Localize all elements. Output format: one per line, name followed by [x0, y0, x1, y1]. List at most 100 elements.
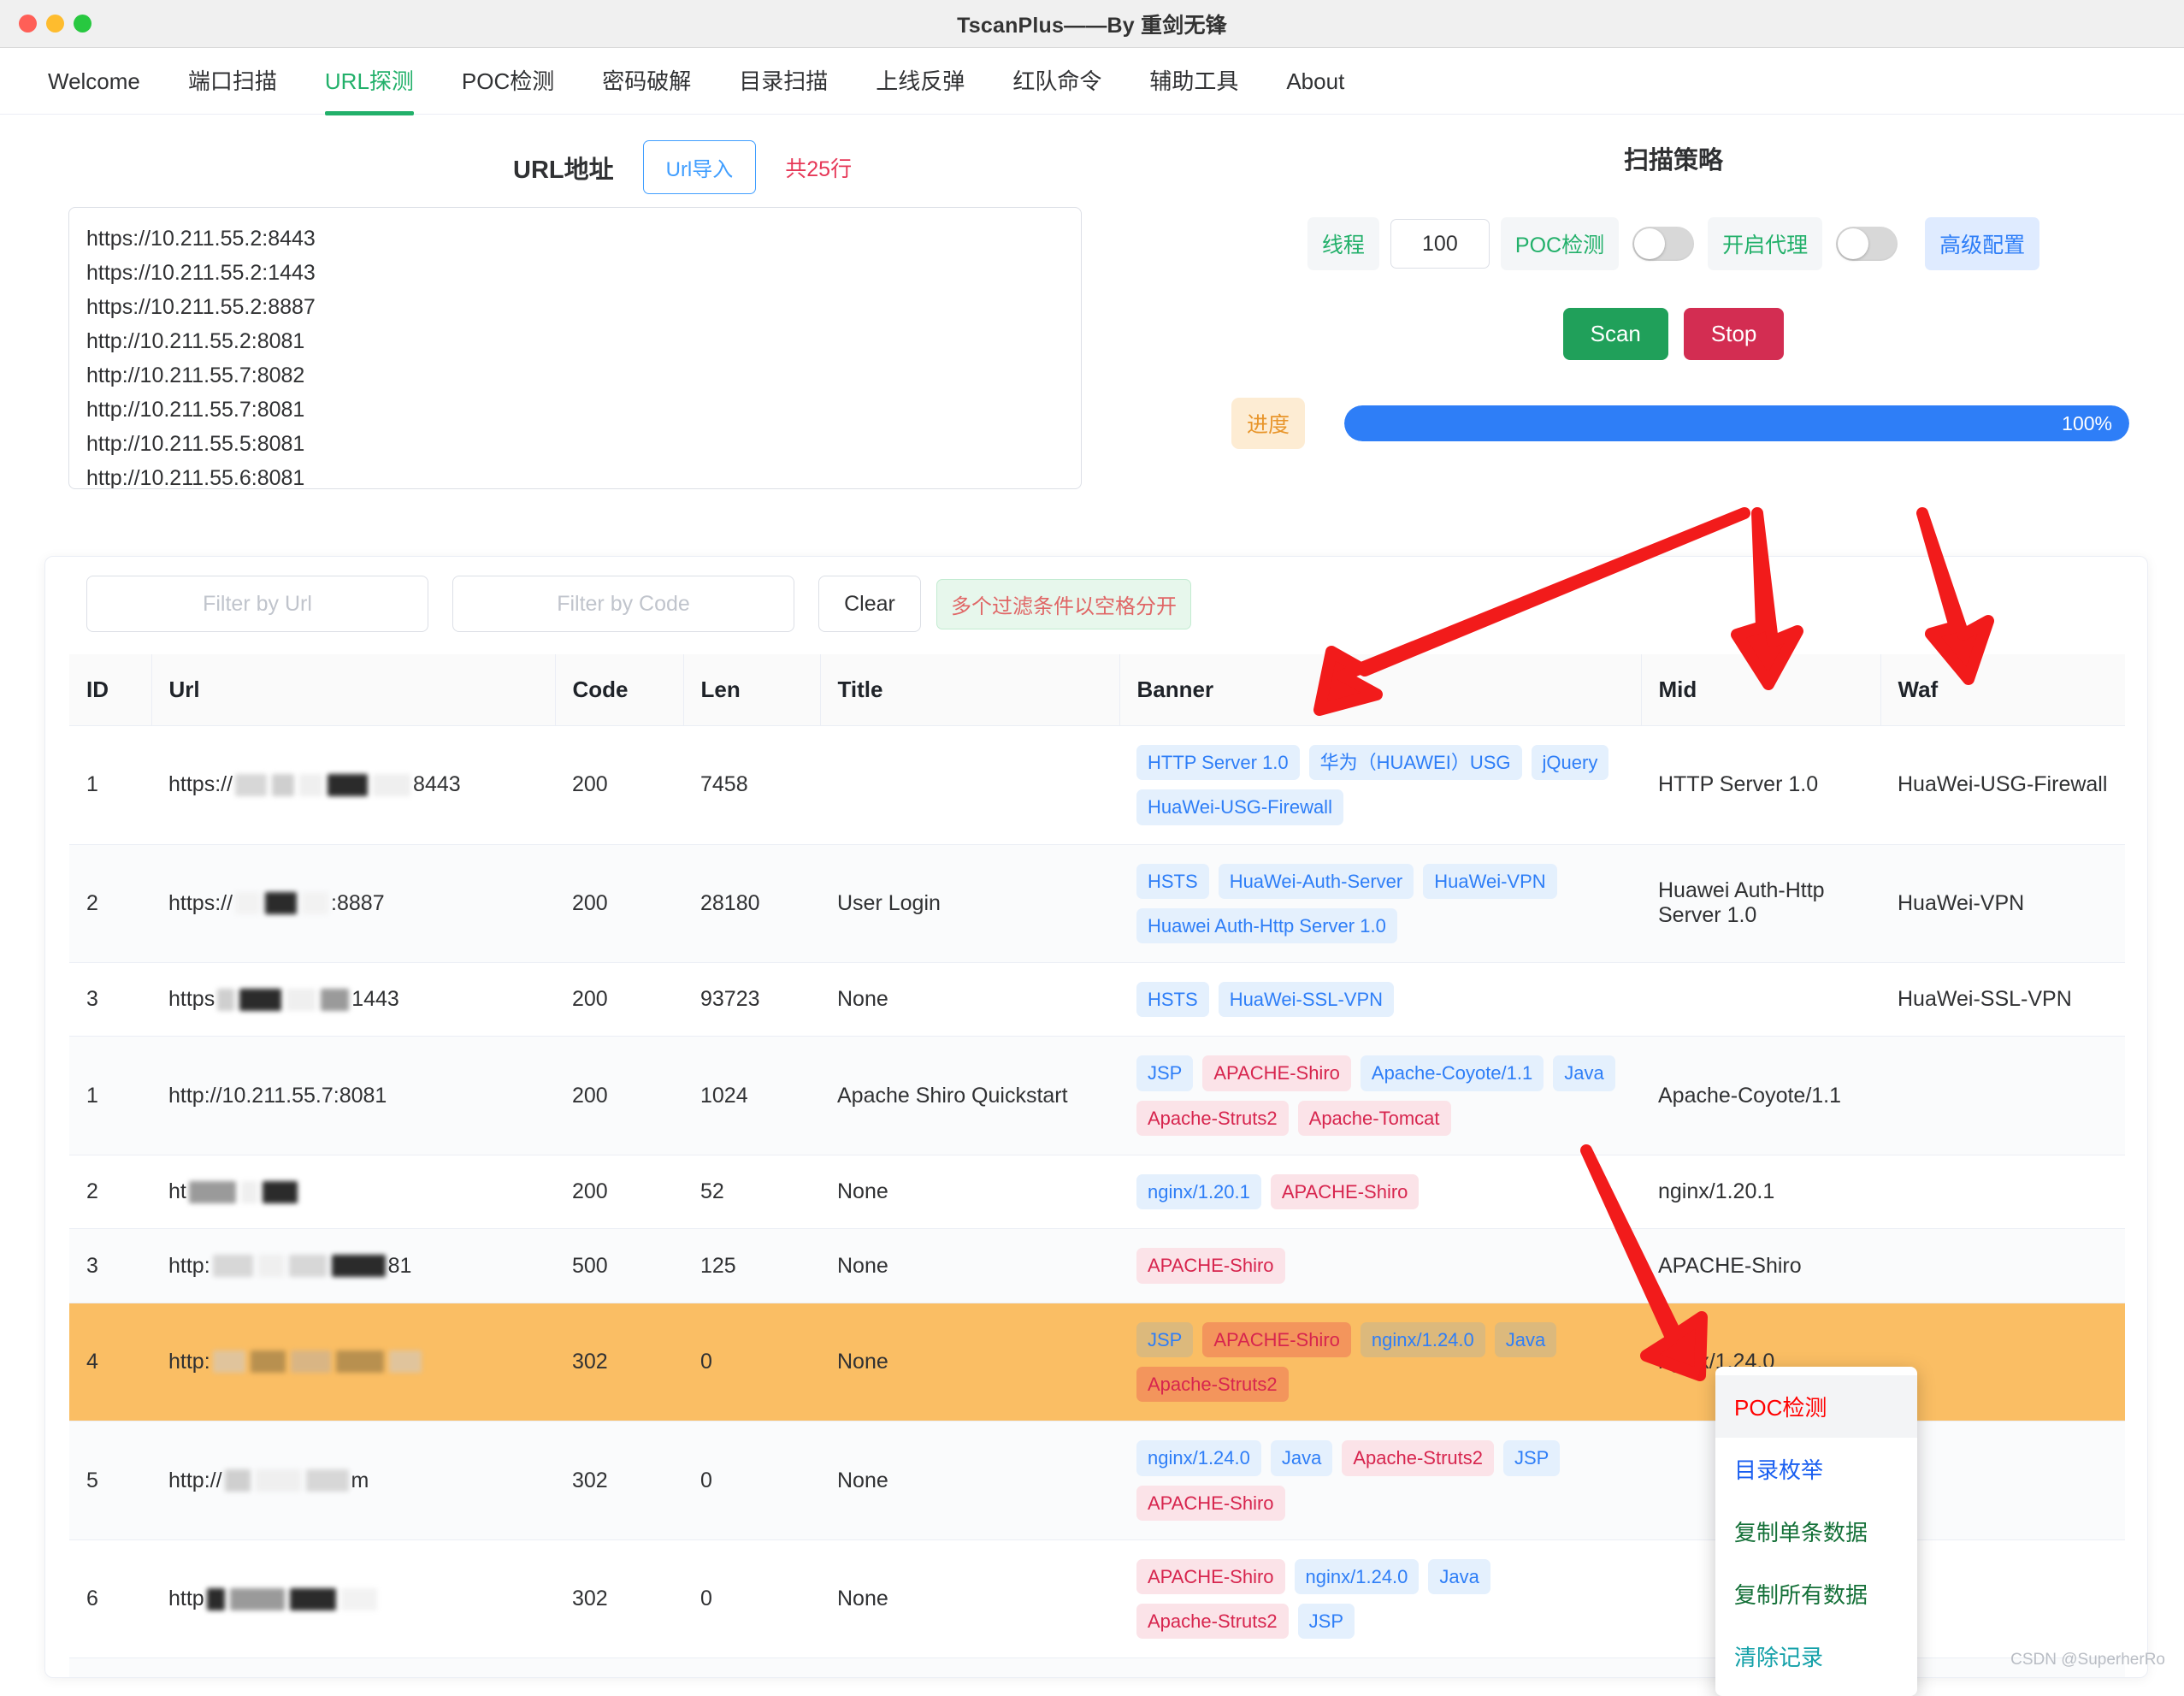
col-header-mid[interactable]: Mid: [1641, 654, 1880, 726]
url-panel-title: URL地址: [513, 150, 614, 186]
tab-about[interactable]: About: [1262, 48, 1368, 115]
banner-tag[interactable]: JSP: [1136, 1055, 1193, 1090]
banner-tag[interactable]: APACHE-Shiro: [1271, 1174, 1420, 1209]
url-prefix-text: https://: [168, 772, 233, 797]
banner-tag[interactable]: APACHE-Shiro: [1136, 1559, 1285, 1594]
tab-redteam-command[interactable]: 红队命令: [989, 48, 1125, 115]
banner-tag[interactable]: Apache-Struts2: [1136, 1367, 1289, 1402]
poc-detect-toggle[interactable]: [1632, 227, 1694, 261]
cell-banner: APACHE-Shiro: [1119, 1229, 1641, 1303]
col-header-code[interactable]: Code: [555, 654, 683, 726]
col-header-waf[interactable]: Waf: [1880, 654, 2125, 726]
banner-tag[interactable]: 华为（HUAWEI）USG: [1309, 745, 1522, 780]
filter-url-input[interactable]: [86, 576, 428, 632]
cell-banner: HSTS HuaWei-SSL-VPN: [1119, 963, 1641, 1037]
col-header-banner[interactable]: Banner: [1119, 654, 1641, 726]
banner-tag[interactable]: HuaWei-VPN: [1423, 864, 1556, 899]
col-header-len[interactable]: Len: [683, 654, 820, 726]
banner-tag[interactable]: APACHE-Shiro: [1202, 1322, 1351, 1357]
tab-port-scan[interactable]: 端口扫描: [164, 48, 301, 115]
cell-id: 6: [69, 1539, 151, 1658]
banner-tag[interactable]: Java: [1271, 1440, 1332, 1475]
banner-tag[interactable]: HuaWei-SSL-VPN: [1219, 982, 1394, 1017]
cell-url: http:81: [151, 1229, 555, 1303]
cell-code: 302: [555, 1303, 683, 1421]
cell-len: 1024: [683, 1037, 820, 1155]
banner-tag[interactable]: HSTS: [1136, 864, 1209, 899]
banner-tag[interactable]: Apache-Struts2: [1136, 1101, 1289, 1136]
cell-waf: [1880, 1229, 2125, 1303]
results-table-header: ID Url Code Len Title Banner Mid Waf: [69, 654, 2125, 726]
banner-tag[interactable]: nginx/1.20.1: [1136, 1174, 1261, 1209]
tab-password-crack[interactable]: 密码破解: [578, 48, 715, 115]
progress-bar-fill: 100%: [1344, 405, 2129, 441]
tab-dir-scan[interactable]: 目录扫描: [715, 48, 852, 115]
context-menu-item-poc-detect[interactable]: POC检测: [1715, 1375, 1917, 1438]
banner-tag[interactable]: nginx/1.24.0: [1136, 1440, 1261, 1475]
banner-tag[interactable]: APACHE-Shiro: [1202, 1055, 1351, 1090]
cell-code: 302: [555, 1421, 683, 1540]
tab-aux-tools[interactable]: 辅助工具: [1125, 48, 1262, 115]
banner-tag[interactable]: HSTS: [1136, 982, 1209, 1017]
table-row[interactable]: 2https://:888720028180User LoginHSTSHuaW…: [69, 844, 2125, 963]
col-header-url[interactable]: Url: [151, 654, 555, 726]
enable-proxy-toggle[interactable]: [1836, 227, 1898, 261]
banner-tag[interactable]: Java: [1553, 1055, 1614, 1090]
advanced-config-button[interactable]: 高级配置: [1925, 217, 2039, 270]
table-row[interactable]: 3https144320093723NoneHSTSHuaWei-SSL-VPN…: [69, 963, 2125, 1037]
tab-welcome[interactable]: Welcome: [24, 48, 164, 115]
table-row[interactable]: 3http:81500125NoneAPACHE-ShiroAPACHE-Shi…: [69, 1229, 2125, 1303]
banner-tag[interactable]: APACHE-Shiro: [1136, 1486, 1285, 1521]
tab-online-rebound[interactable]: 上线反弹: [852, 48, 989, 115]
thread-count-input[interactable]: [1390, 219, 1490, 269]
cell-title: None: [820, 963, 1119, 1037]
table-row[interactable]: 1http://10.211.55.7:80812001024Apache Sh…: [69, 1037, 2125, 1155]
url-panel-header: URL地址 Url导入 共25行: [0, 115, 1163, 194]
table-row[interactable]: 1https://84432007458HTTP Server 1.0华为（HU…: [69, 726, 2125, 845]
tab-url-probe[interactable]: URL探测: [301, 48, 438, 115]
banner-tag[interactable]: HuaWei-Auth-Server: [1219, 864, 1414, 899]
window-title: TscanPlus——By 重剑无锋: [0, 9, 2184, 39]
scan-action-buttons: Scan Stop: [1163, 308, 2184, 360]
context-menu-item-dir-enum[interactable]: 目录枚举: [1715, 1438, 1917, 1500]
banner-tag[interactable]: HTTP Server 1.0: [1136, 745, 1300, 780]
banner-tag[interactable]: nginx/1.24.0: [1295, 1559, 1420, 1594]
cell-title: Apache Shiro Quickstart: [820, 1037, 1119, 1155]
redacted-url-fragment: [256, 1469, 301, 1492]
redacted-url-fragment: [389, 1350, 422, 1373]
tab-poc-detect[interactable]: POC检测: [438, 48, 578, 115]
banner-tag[interactable]: Apache-Struts2: [1342, 1440, 1494, 1475]
cell-id: 3: [69, 963, 151, 1037]
context-menu-item-copy-all[interactable]: 复制所有数据: [1715, 1563, 1917, 1625]
redacted-url-fragment: [321, 989, 349, 1011]
banner-tag[interactable]: Java: [1428, 1559, 1490, 1594]
table-row[interactable]: 2ht20052Nonenginx/1.20.1APACHE-Shirongin…: [69, 1155, 2125, 1229]
banner-tag[interactable]: HuaWei-USG-Firewall: [1136, 789, 1343, 824]
col-header-title[interactable]: Title: [820, 654, 1119, 726]
context-menu-item-clear-logs[interactable]: 清除记录: [1715, 1625, 1917, 1687]
banner-tag[interactable]: Apache-Coyote/1.1: [1361, 1055, 1544, 1090]
filter-code-input[interactable]: [452, 576, 794, 632]
context-menu-item-copy-row[interactable]: 复制单条数据: [1715, 1500, 1917, 1563]
banner-tag[interactable]: Apache-Struts2: [1136, 1604, 1289, 1639]
url-textarea[interactable]: https://10.211.55.2:8443 https://10.211.…: [68, 207, 1082, 489]
banner-tag[interactable]: jQuery: [1532, 745, 1609, 780]
banner-tag[interactable]: JSP: [1298, 1604, 1355, 1639]
banner-tag[interactable]: JSP: [1136, 1322, 1193, 1357]
banner-tag[interactable]: nginx/1.24.0: [1361, 1322, 1485, 1357]
top-section: URL地址 Url导入 共25行 https://10.211.55.2:844…: [0, 115, 2184, 534]
col-header-id[interactable]: ID: [69, 654, 151, 726]
banner-tag[interactable]: Java: [1495, 1322, 1556, 1357]
banner-tag[interactable]: APACHE-Shiro: [1136, 1248, 1285, 1283]
progress-percent-text: 100%: [2062, 412, 2112, 435]
url-import-button[interactable]: Url导入: [643, 140, 757, 194]
banner-tag[interactable]: Huawei Auth-Http Server 1.0: [1136, 908, 1397, 943]
scan-button[interactable]: Scan: [1563, 308, 1668, 360]
cell-id: 4: [69, 1303, 151, 1421]
cell-mid: HTTP Server 1.0: [1641, 726, 1880, 845]
clear-filters-button[interactable]: Clear: [818, 576, 921, 632]
banner-tag[interactable]: JSP: [1503, 1440, 1560, 1475]
stop-button[interactable]: Stop: [1684, 308, 1785, 360]
thread-label: 线程: [1307, 217, 1379, 270]
banner-tag[interactable]: Apache-Tomcat: [1298, 1101, 1451, 1136]
